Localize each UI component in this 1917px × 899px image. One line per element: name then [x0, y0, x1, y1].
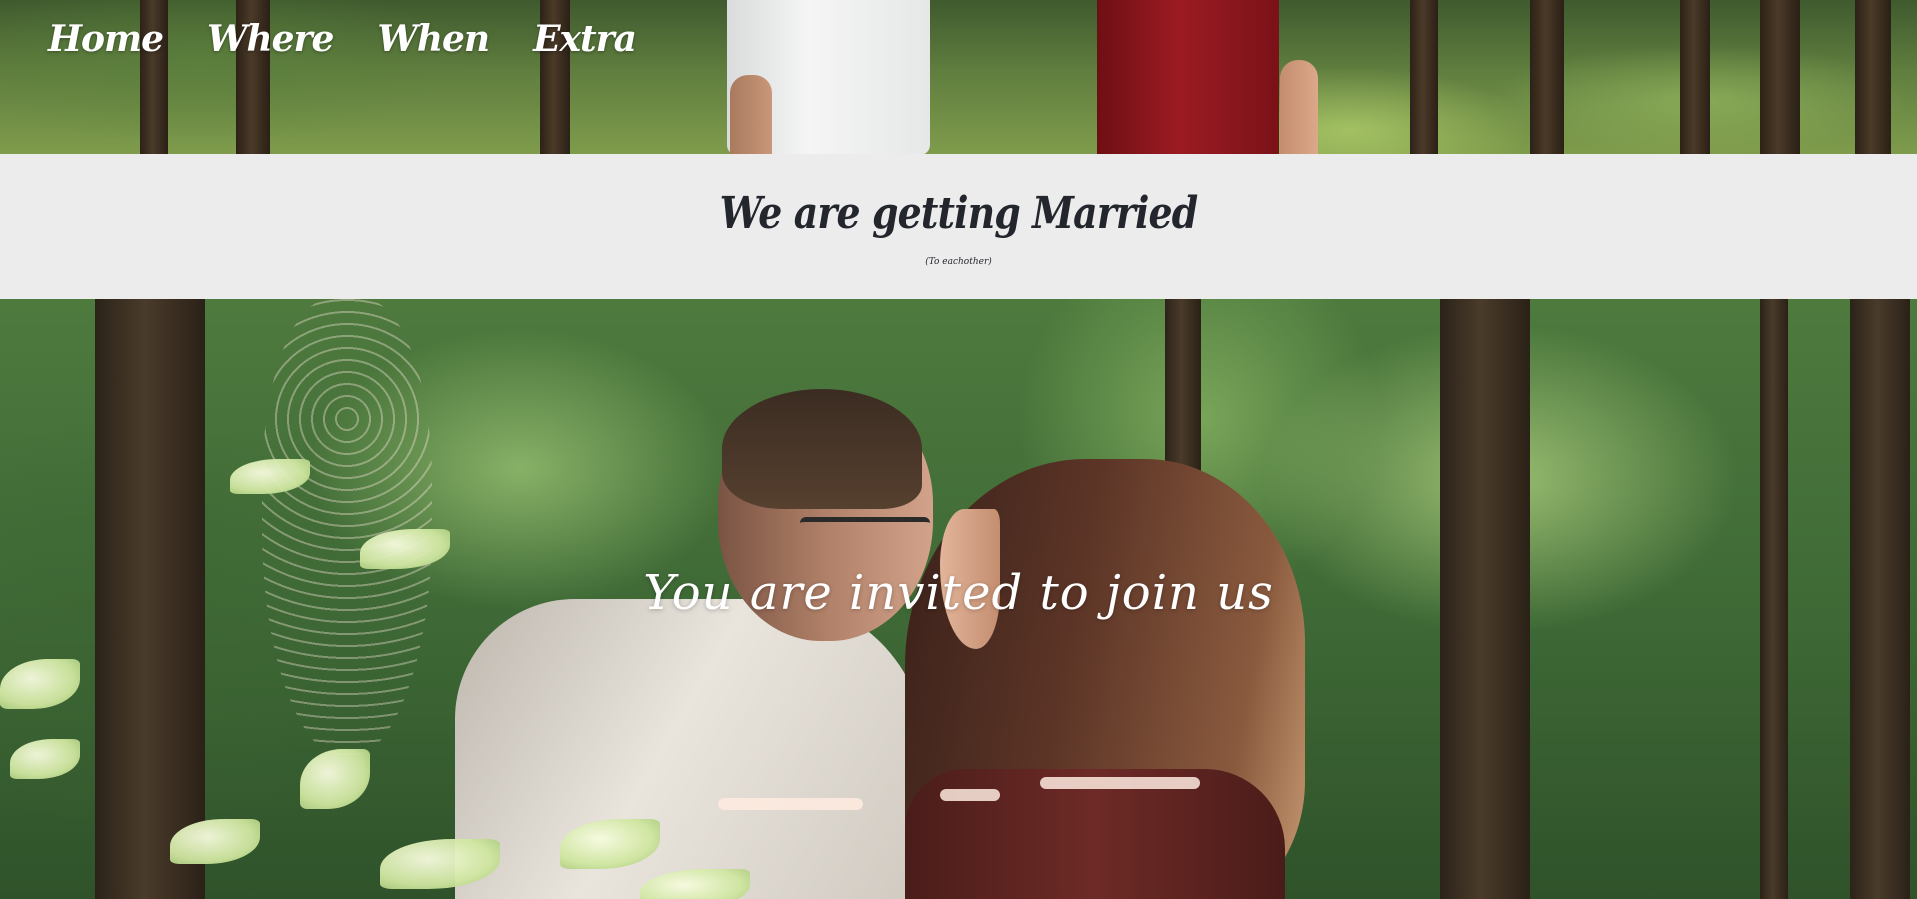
page-title: We are getting Married: [719, 188, 1199, 239]
tree-trunk: [1410, 0, 1438, 154]
foreground-leaf: [300, 749, 370, 809]
light-glare: [718, 798, 863, 810]
nav-where-link[interactable]: Where: [207, 18, 334, 60]
couple-hero-image: You are invited to join us: [0, 299, 1917, 899]
nav-when-link[interactable]: When: [377, 18, 490, 60]
nav-extra-link[interactable]: Extra: [533, 18, 637, 60]
tree-trunk: [1680, 0, 1710, 154]
invitation-text: You are invited to join us: [643, 565, 1274, 621]
tree-trunk: [1855, 0, 1891, 154]
woman-arm: [1280, 60, 1318, 154]
top-hero-image: Home Where When Extra: [0, 0, 1917, 154]
tree-trunk: [1530, 0, 1564, 154]
light-glare: [1040, 777, 1200, 789]
page-subtitle: (To eachother): [925, 257, 992, 267]
title-band: We are getting Married (To eachother): [0, 154, 1917, 299]
man-arm: [730, 75, 772, 154]
light-glare: [940, 789, 1000, 801]
foreground-leaf: [0, 659, 80, 709]
tree-trunk: [1760, 0, 1800, 154]
glasses: [800, 517, 930, 542]
foreground-leaf: [10, 739, 80, 779]
main-nav: Home Where When Extra: [48, 18, 680, 60]
man-hair: [722, 389, 922, 509]
woman-red-dress: [1097, 0, 1279, 154]
man-figure: [455, 599, 925, 899]
nav-home-link[interactable]: Home: [48, 18, 164, 60]
